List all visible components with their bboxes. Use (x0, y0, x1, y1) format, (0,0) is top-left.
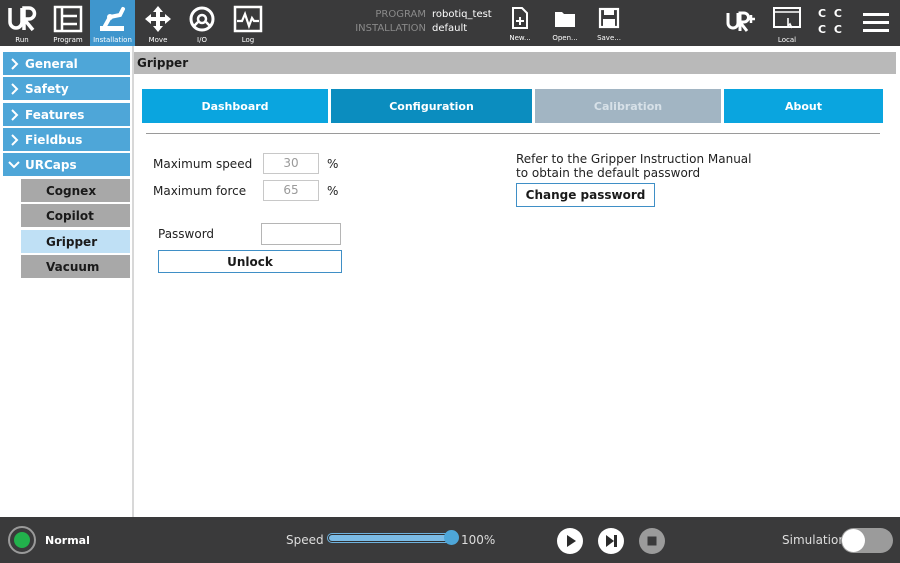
sidebar-item-features[interactable]: Features (3, 103, 130, 126)
speed-value: 100% (461, 533, 496, 547)
new-button[interactable]: New... (503, 4, 537, 42)
chevron-right-icon (3, 82, 25, 95)
simulation-label: Simulation (782, 533, 846, 547)
program-icon (46, 4, 90, 34)
sidebar-item-fieldbus[interactable]: Fieldbus (3, 128, 130, 151)
program-key: PROGRAM (375, 9, 426, 20)
chevron-down-icon (3, 160, 25, 169)
chevron-right-icon (3, 108, 25, 121)
speed-slider-fill (329, 535, 449, 541)
installation-name: default (432, 23, 468, 34)
speed-slider-handle[interactable] (444, 530, 459, 545)
max-speed-input[interactable]: 30 (263, 153, 319, 174)
sidebar-item-safety[interactable]: Safety (3, 77, 130, 100)
max-force-unit: % (327, 184, 339, 198)
move-icon (136, 4, 180, 34)
speed-slider[interactable] (327, 530, 459, 545)
unlock-button[interactable]: Unlock (158, 250, 342, 273)
program-name: robotiq_test (432, 9, 492, 20)
tab-dashboard[interactable]: Dashboard (142, 89, 328, 123)
max-speed-label: Maximum speed (153, 157, 253, 171)
top-toolbar: Run Program Installation Move I/O Log PR… (0, 0, 900, 46)
robot-mode-label: Normal (45, 534, 90, 547)
nav-run[interactable]: Run (0, 0, 44, 46)
hamburger-menu-icon (863, 13, 889, 32)
installation-sidebar: General Safety Features Fieldbus URCaps … (0, 46, 134, 517)
nav-program[interactable]: Program (46, 0, 90, 46)
step-button[interactable] (598, 528, 624, 554)
page-title: Gripper (134, 52, 896, 74)
max-force-input[interactable]: 65 (263, 180, 319, 201)
save-button[interactable]: Save... (592, 4, 626, 42)
nav-log[interactable]: Log (226, 0, 270, 46)
io-icon (180, 4, 224, 34)
local-control-icon (773, 7, 801, 29)
sidebar-subitem-cognex[interactable]: Cognex (21, 179, 130, 202)
play-button[interactable] (557, 528, 583, 554)
log-icon (226, 4, 270, 34)
chevron-right-icon (3, 57, 25, 70)
folder-icon (555, 12, 575, 27)
tab-about[interactable]: About (724, 89, 883, 123)
sidebar-subitem-gripper[interactable]: Gripper (21, 230, 130, 253)
simulation-toggle[interactable] (841, 528, 893, 553)
nav-installation[interactable]: Installation (90, 0, 135, 46)
main-panel: Gripper Dashboard Configuration Calibrat… (134, 46, 900, 517)
manual-note-line1: Refer to the Gripper Instruction Manual (516, 152, 752, 166)
password-field[interactable] (261, 223, 341, 245)
nav-move[interactable]: Move (136, 0, 180, 46)
sidebar-item-general[interactable]: General (3, 52, 130, 75)
step-forward-icon (606, 535, 617, 547)
password-label: Password (158, 227, 215, 241)
speed-label: Speed (286, 533, 324, 547)
status-ok-icon (14, 532, 30, 548)
max-speed-unit: % (327, 157, 339, 171)
installation-icon (90, 4, 135, 34)
nav-io[interactable]: I/O (180, 0, 224, 46)
sidebar-item-urcaps[interactable]: URCaps (3, 153, 130, 176)
status-bar: Normal Speed 100% Simulation (0, 517, 900, 563)
power-status-button[interactable] (8, 526, 36, 554)
status-indicator-top: C C (818, 7, 844, 20)
new-file-icon (512, 7, 528, 29)
sidebar-subitem-copilot[interactable]: Copilot (21, 204, 130, 227)
change-password-button[interactable]: Change password (516, 183, 655, 207)
status-indicator-bottom: C C (818, 23, 844, 36)
floppy-disk-icon (598, 7, 620, 29)
divider (146, 133, 880, 134)
simulation-toggle-knob (842, 529, 865, 552)
tab-configuration[interactable]: Configuration (331, 89, 532, 123)
play-icon (567, 535, 576, 547)
max-force-label: Maximum force (153, 184, 247, 198)
chevron-right-icon (3, 133, 25, 146)
tab-calibration[interactable]: Calibration (535, 89, 721, 123)
stop-icon (647, 536, 657, 546)
local-control-button[interactable]: Local (770, 4, 804, 46)
manual-note-line2: to obtain the default password (516, 166, 701, 180)
urplus-button[interactable] (726, 10, 758, 34)
installation-key: INSTALLATION (355, 23, 426, 34)
menu-button[interactable] (862, 11, 890, 35)
open-button[interactable]: Open... (548, 4, 582, 42)
ur-logo-icon (0, 4, 44, 34)
stop-button[interactable] (639, 528, 665, 554)
sidebar-subitem-vacuum[interactable]: Vacuum (21, 255, 130, 278)
urplus-icon (726, 11, 755, 32)
